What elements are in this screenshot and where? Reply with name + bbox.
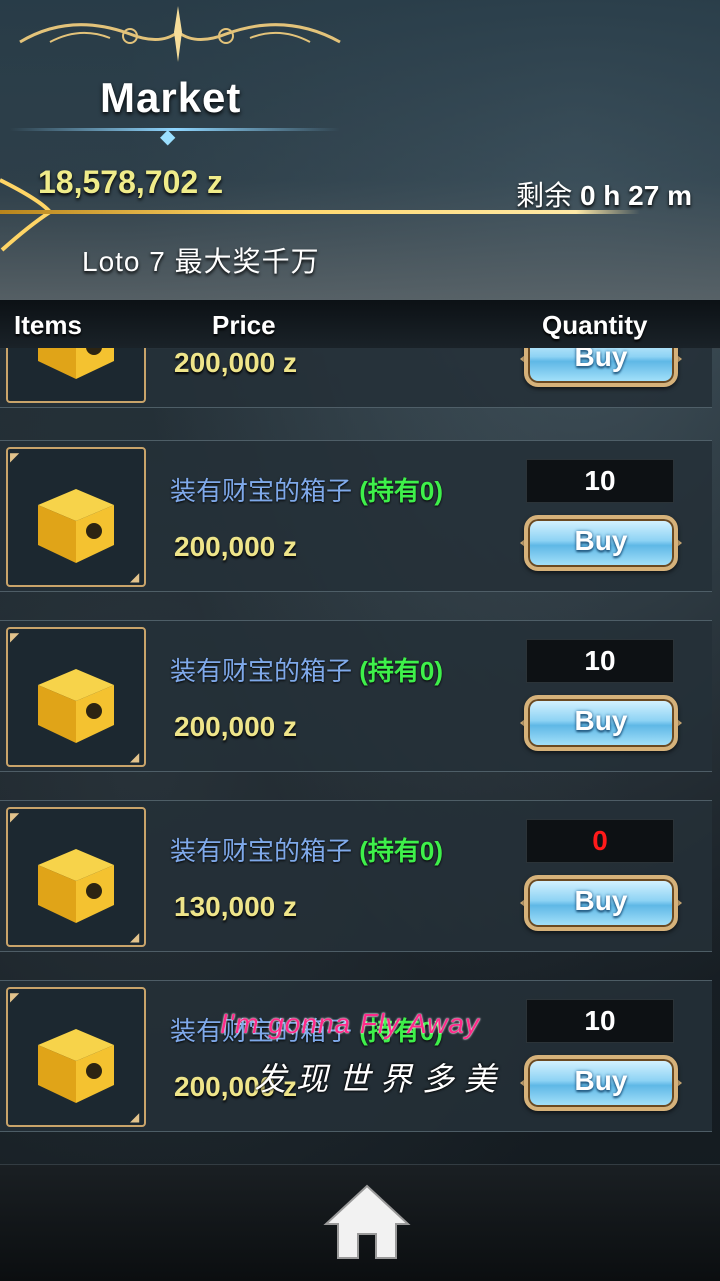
item-thumbnail[interactable]: ◤ ◢ — [6, 447, 146, 587]
owned-count: (持有0) — [359, 836, 444, 866]
list-item: ◤ ◢ 装有财宝的箱子 (持有0) 200,000 z 10 Buy — [0, 440, 712, 592]
item-name: 装有财宝的箱子 (持有0) — [170, 836, 444, 866]
column-price: Price — [212, 310, 276, 340]
ornament-icon — [19, 6, 341, 62]
quantity-field[interactable]: 10 — [526, 639, 674, 683]
treasure-box-icon — [38, 489, 114, 563]
timer-value: 0 h 27 m — [579, 180, 692, 211]
item-thumbnail[interactable]: ◤ ◢ — [6, 627, 146, 767]
remaining-time: 剩余 0 h 27 m — [516, 174, 692, 214]
corner-ornament-icon: ◢ — [130, 570, 140, 584]
buy-button[interactable]: Buy — [520, 691, 682, 755]
corner-ornament-icon: ◤ — [10, 990, 20, 1004]
timer-prefix: 剩余 — [516, 180, 573, 211]
treasure-box-icon — [38, 348, 114, 379]
buy-label: Buy — [574, 1065, 628, 1096]
quantity-field[interactable]: 10 — [526, 459, 674, 503]
treasure-box-icon — [38, 849, 114, 923]
buy-label: Buy — [574, 525, 628, 556]
item-price: 200,000 z — [174, 711, 297, 742]
gem-icon: ◆ — [160, 126, 176, 148]
item-price: 200,000 z — [174, 531, 297, 562]
column-items: Items — [14, 310, 82, 340]
buy-label: Buy — [574, 348, 628, 372]
owned-count: (持有0) — [359, 476, 444, 506]
quantity-field[interactable]: 0 — [526, 819, 674, 863]
money-balance: 18,578,702 z — [38, 164, 224, 200]
item-name: 装有财宝的箱子 (持有0) — [170, 476, 444, 506]
home-icon[interactable] — [322, 1182, 412, 1262]
buy-button[interactable]: Buy — [520, 1051, 682, 1115]
treasure-box-icon — [38, 1029, 114, 1103]
lyric-line-2: 发现世界多美 — [254, 1061, 507, 1097]
column-header: Items Price Quantity — [0, 300, 720, 349]
item-thumbnail[interactable]: ◤ ◢ — [6, 987, 146, 1127]
column-quantity: Quantity — [542, 310, 648, 340]
item-name: 装有财宝的箱子 (持有0) — [170, 656, 444, 686]
buy-button[interactable]: Buy — [520, 348, 682, 391]
buy-button[interactable]: Buy — [520, 871, 682, 935]
list-item: 200,000 z Buy — [0, 348, 712, 408]
item-thumbnail — [6, 348, 146, 403]
market-header: Market ◆ 18,578,702 z 剩余 0 h 27 m Loto 7… — [0, 0, 720, 300]
list-item: ◤ ◢ 装有财宝的箱子 (持有0) 200,000 z 10 Buy — [0, 620, 712, 772]
buy-button[interactable]: Buy — [520, 511, 682, 575]
lyric-line-1: I'm gonna Fly Away — [220, 1008, 480, 1039]
quantity-field[interactable]: 10 — [526, 999, 674, 1043]
treasure-box-icon — [38, 669, 114, 743]
gold-swirl-icon — [0, 178, 53, 252]
buy-label: Buy — [574, 885, 628, 916]
lottery-banner[interactable]: Loto 7 最大奖千万 — [82, 240, 320, 280]
corner-ornament-icon: ◤ — [10, 630, 20, 644]
corner-ornament-icon: ◢ — [130, 930, 140, 944]
page-title: Market — [100, 74, 242, 121]
buy-label: Buy — [574, 705, 628, 736]
item-thumbnail[interactable]: ◤ ◢ — [6, 807, 146, 947]
corner-ornament-icon: ◢ — [130, 1110, 140, 1124]
gold-divider — [0, 210, 640, 214]
corner-ornament-icon: ◤ — [10, 450, 20, 464]
item-price: 130,000 z — [174, 891, 297, 922]
corner-ornament-icon: ◢ — [130, 750, 140, 764]
corner-ornament-icon: ◤ — [10, 810, 20, 824]
owned-count: (持有0) — [359, 656, 444, 686]
list-item: ◤ ◢ 装有财宝的箱子 (持有0) 130,000 z 0 Buy — [0, 800, 712, 952]
item-price: 200,000 z — [174, 348, 297, 378]
